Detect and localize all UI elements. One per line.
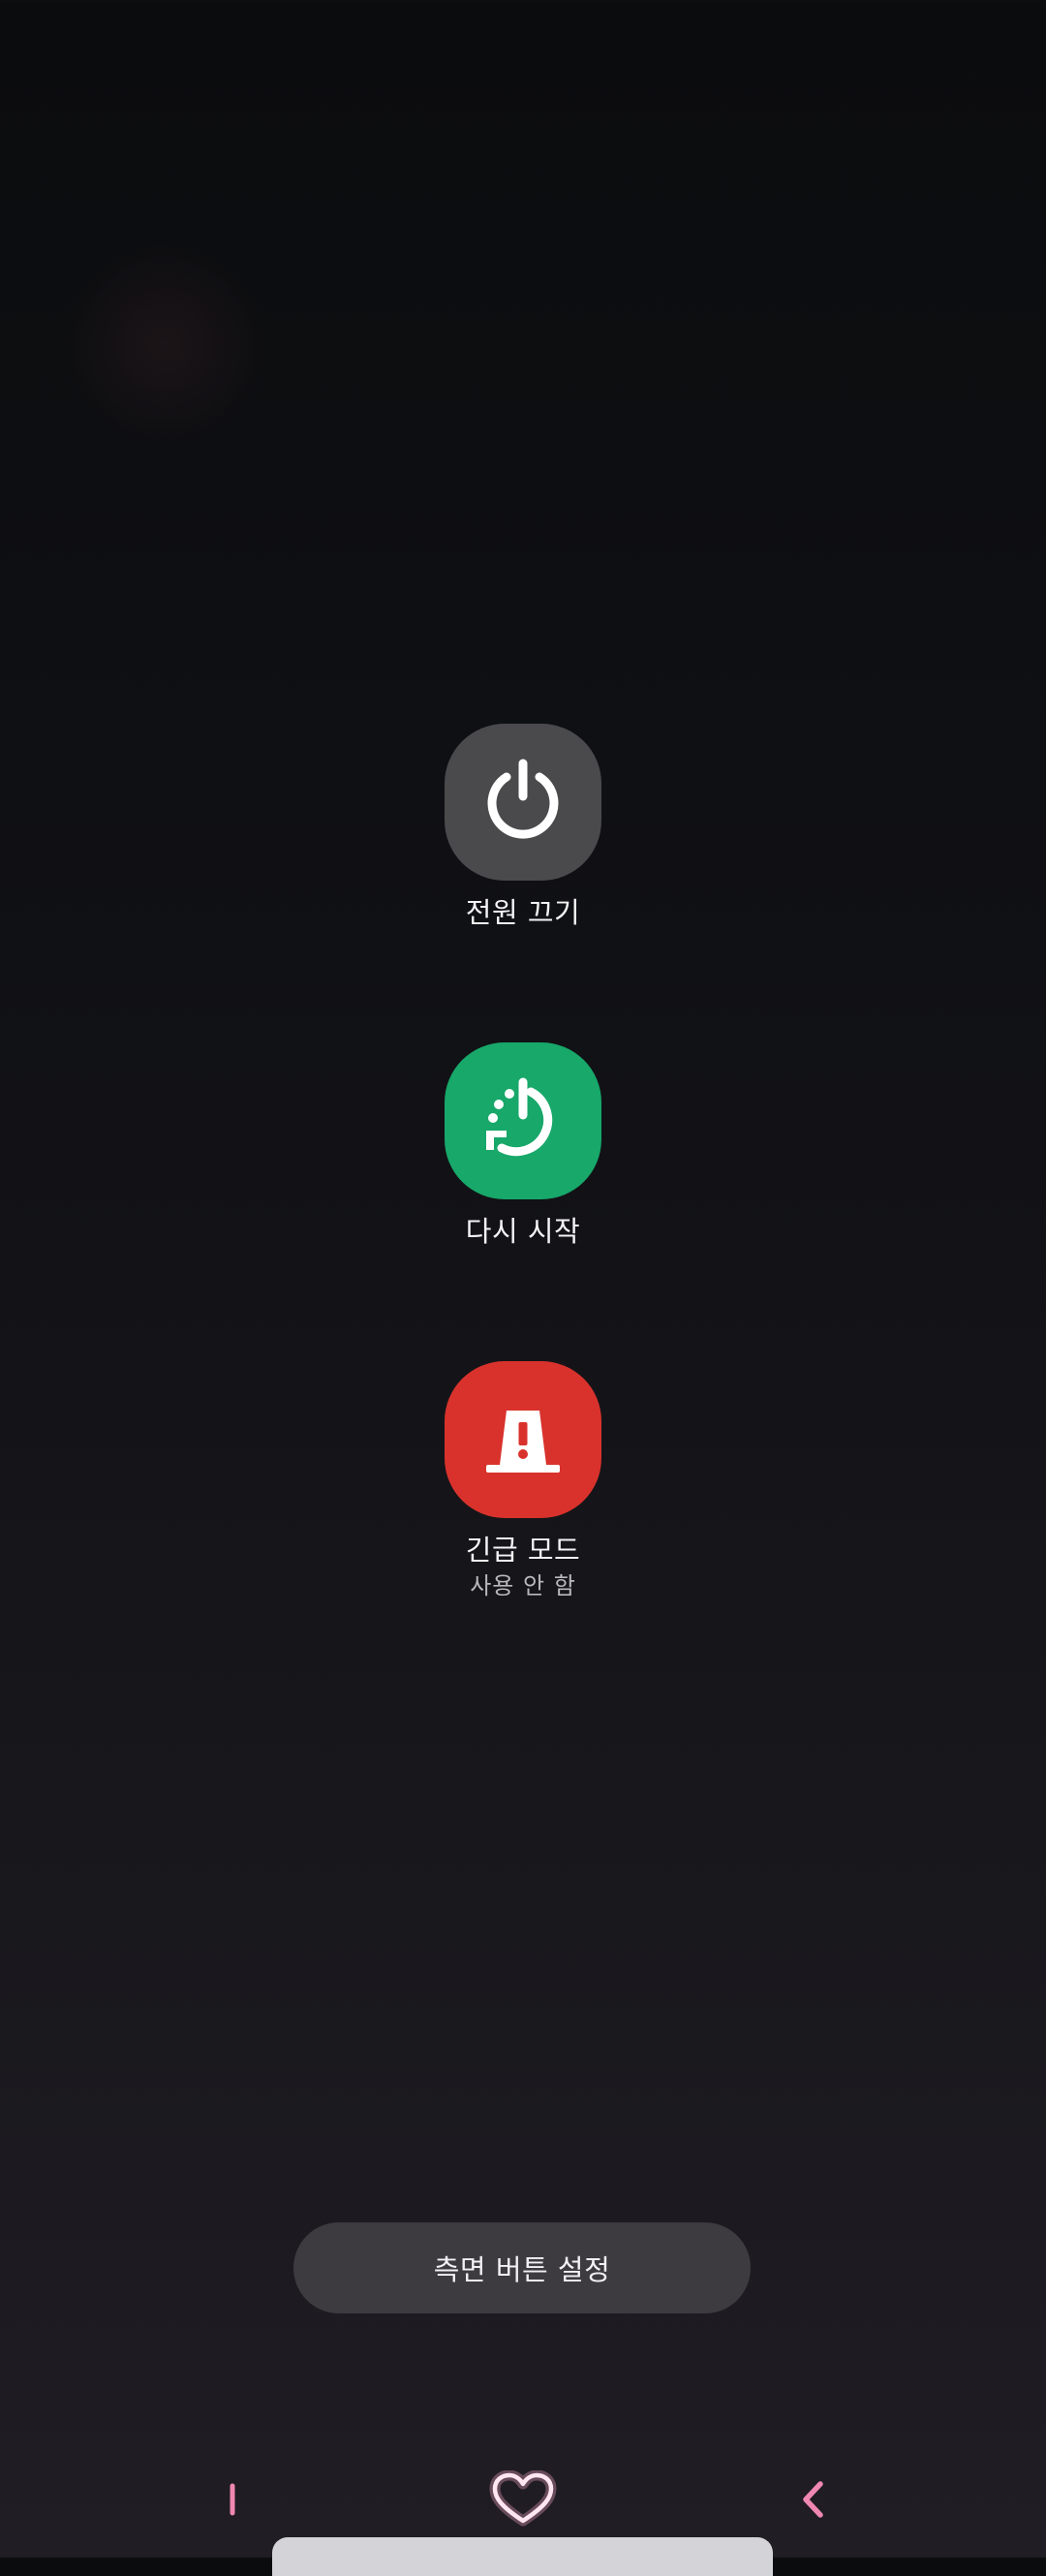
recents-button[interactable] [174,2461,291,2538]
restart-icon [486,1077,553,1157]
home-button[interactable] [465,2461,581,2538]
power-off-label: 전원 끄기 [465,896,581,929]
power-off-icon-tile[interactable] [445,724,601,881]
bottom-sheet-handle [272,2537,773,2576]
restart-button[interactable]: 다시 시작 [378,1042,668,1250]
emergency-mode-icon-tile[interactable] [445,1361,601,1518]
emergency-mode-button[interactable]: 긴급 모드 사용 안 함 [378,1361,668,1601]
restart-label: 다시 시작 [465,1215,581,1248]
back-chevron-icon [803,2481,823,2518]
power-off-button[interactable]: 전원 끄기 [378,724,668,931]
emergency-beacon-icon [486,1411,560,1473]
restart-icon-tile[interactable] [445,1042,601,1199]
back-button[interactable] [755,2461,872,2538]
emergency-mode-status: 사용 안 함 [470,1572,576,1599]
heart-home-icon [489,2470,557,2527]
navigation-bar [0,2461,1046,2538]
side-button-settings-button[interactable]: 측면 버튼 설정 [293,2222,751,2313]
recents-icon [230,2483,235,2516]
power-menu: 전원 끄기 다시 시작 긴급 모드 사용 안 함 [0,0,1046,2558]
emergency-mode-label: 긴급 모드 [465,1534,581,1567]
power-icon [487,759,559,839]
